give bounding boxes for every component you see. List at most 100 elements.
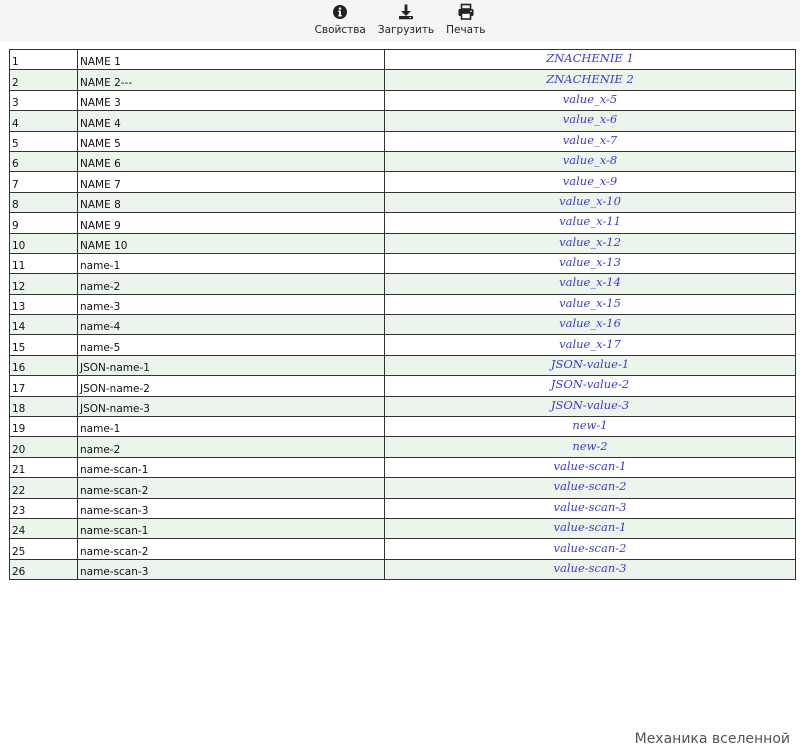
table-row[interactable]: 5 NAME 5 value_x-7 xyxy=(9,130,796,152)
value-cell: value_x-12 xyxy=(384,232,796,254)
value-cell: value-scan-3 xyxy=(384,558,796,581)
name-cell: name-1 xyxy=(77,416,385,438)
table-row[interactable]: 16 JSON-name-1 JSON-value-1 xyxy=(9,354,796,377)
table-row[interactable]: 24 name-scan-1 value-scan-1 xyxy=(9,517,796,540)
table-row[interactable]: 3 NAME 3 value_x-5 xyxy=(9,89,796,112)
value-cell: value_x-11 xyxy=(384,212,796,234)
row-number-cell: 7 xyxy=(9,171,78,193)
table-row[interactable]: 15 name-5 value_x-17 xyxy=(9,334,796,356)
download-button[interactable]: Загрузить xyxy=(378,3,434,36)
row-number-cell: 10 xyxy=(9,232,78,254)
name-cell: NAME 6 xyxy=(77,150,385,173)
data-table-body: 1 NAME 1 ZNACHENIE 1 2 NAME 2--- ZNACHENIE 23… xyxy=(9,48,796,581)
value-cell: value_x-10 xyxy=(384,191,796,214)
table-row[interactable]: 20 name-2 new-2 xyxy=(9,436,796,458)
value-cell: value_x-13 xyxy=(384,252,796,275)
print-icon xyxy=(458,3,474,20)
table-row[interactable]: 21 name-scan-1 value-scan-1 xyxy=(9,456,796,479)
row-number-cell: 15 xyxy=(9,334,78,356)
name-cell: NAME 9 xyxy=(77,212,385,234)
table-row[interactable]: 6 NAME 6 value_x-8 xyxy=(9,150,796,173)
value-cell: JSON-value-2 xyxy=(384,375,796,397)
value-cell: value_x-16 xyxy=(384,314,796,336)
row-number-cell: 24 xyxy=(9,517,78,540)
value-cell: new-2 xyxy=(384,436,796,458)
toolbar: Свойства Загрузить Печать xyxy=(0,0,800,42)
table-row[interactable]: 13 name-3 value_x-15 xyxy=(9,293,796,316)
row-number-cell: 4 xyxy=(9,110,78,132)
value-cell: value_x-8 xyxy=(384,150,796,173)
value-cell: ZNACHENIE 1 xyxy=(384,48,796,71)
value-cell: value_x-9 xyxy=(384,171,796,193)
footer-caption: Механика вселенной xyxy=(634,731,790,747)
name-cell: name-scan-2 xyxy=(77,538,385,560)
print-button[interactable]: Печать xyxy=(446,3,485,36)
row-number-cell: 3 xyxy=(9,89,78,112)
name-cell: name-4 xyxy=(77,314,385,336)
value-cell: value_x-6 xyxy=(384,110,796,132)
table-row[interactable]: 7 NAME 7 value_x-9 xyxy=(9,171,796,193)
row-number-cell: 13 xyxy=(9,293,78,316)
name-cell: name-2 xyxy=(77,436,385,458)
download-label: Загрузить xyxy=(377,24,435,36)
name-cell: name-3 xyxy=(77,293,385,316)
name-cell: NAME 10 xyxy=(77,232,385,254)
table-row[interactable]: 25 name-scan-2 value-scan-2 xyxy=(9,538,796,560)
value-cell: JSON-value-3 xyxy=(384,395,796,418)
table-row[interactable]: 22 name-scan-2 value-scan-2 xyxy=(9,477,796,499)
table-row[interactable]: 4 NAME 4 value_x-6 xyxy=(9,110,796,132)
name-cell: NAME 5 xyxy=(77,130,385,152)
table-row[interactable]: 10 NAME 10 value_x-12 xyxy=(9,232,796,254)
table-row[interactable]: 17 JSON-name-2 JSON-value-2 xyxy=(9,375,796,397)
name-cell: NAME 2--- xyxy=(77,69,385,91)
value-cell: value-scan-3 xyxy=(384,497,796,519)
row-number-cell: 16 xyxy=(9,354,78,377)
table-row[interactable]: 12 name-2 value_x-14 xyxy=(9,273,796,295)
name-cell: name-5 xyxy=(77,334,385,356)
value-cell: value_x-17 xyxy=(384,334,796,356)
name-cell: name-scan-1 xyxy=(77,517,385,540)
table-row[interactable]: 19 name-1 new-1 xyxy=(9,416,796,438)
row-number-cell: 1 xyxy=(9,48,78,71)
name-cell: NAME 4 xyxy=(77,110,385,132)
info-circle-icon xyxy=(333,5,348,19)
row-number-cell: 14 xyxy=(9,314,78,336)
name-cell: NAME 7 xyxy=(77,171,385,193)
table-row[interactable]: 11 name-1 value_x-13 xyxy=(9,252,796,275)
print-label: Печать xyxy=(446,24,486,36)
value-cell: value_x-7 xyxy=(384,130,796,152)
table-row[interactable]: 1 NAME 1 ZNACHENIE 1 xyxy=(9,48,796,71)
value-cell: value-scan-2 xyxy=(384,538,796,560)
table-row[interactable]: 9 NAME 9 value_x-11 xyxy=(9,212,796,234)
row-number-cell: 25 xyxy=(9,538,78,560)
row-number-cell: 9 xyxy=(9,212,78,234)
table-row[interactable]: 2 NAME 2--- ZNACHENIE 2 xyxy=(9,69,796,91)
table-row[interactable]: 14 name-4 value_x-16 xyxy=(9,314,796,336)
row-number-cell: 2 xyxy=(9,69,78,91)
name-cell: name-2 xyxy=(77,273,385,295)
name-cell: name-scan-3 xyxy=(77,558,385,581)
row-number-cell: 23 xyxy=(9,497,78,519)
value-cell: JSON-value-1 xyxy=(384,354,796,377)
value-cell: value_x-15 xyxy=(384,293,796,316)
table-row[interactable]: 18 JSON-name-3 JSON-value-3 xyxy=(9,395,796,418)
table-row[interactable]: 23 name-scan-3 value-scan-3 xyxy=(9,497,796,519)
data-table-container: 1 NAME 1 ZNACHENIE 1 2 NAME 2--- ZNACHENIE 23… xyxy=(9,48,796,581)
row-number-cell: 26 xyxy=(9,558,78,581)
row-number-cell: 17 xyxy=(9,375,78,397)
row-number-cell: 8 xyxy=(9,191,78,214)
name-cell: JSON-name-3 xyxy=(77,395,385,418)
value-cell: value-scan-2 xyxy=(384,477,796,499)
table-row[interactable]: 26 name-scan-3 value-scan-3 xyxy=(9,558,796,581)
name-cell: name-scan-3 xyxy=(77,497,385,519)
download-icon xyxy=(398,4,413,20)
row-number-cell: 20 xyxy=(9,436,78,458)
table-row[interactable]: 8 NAME 8 value_x-10 xyxy=(9,191,796,214)
properties-button[interactable]: Свойства xyxy=(315,3,366,36)
row-number-cell: 21 xyxy=(9,456,78,479)
row-number-cell: 12 xyxy=(9,273,78,295)
row-number-cell: 5 xyxy=(9,130,78,152)
row-number-cell: 6 xyxy=(9,150,78,173)
name-cell: NAME 1 xyxy=(77,48,385,71)
value-cell: value-scan-1 xyxy=(384,517,796,540)
